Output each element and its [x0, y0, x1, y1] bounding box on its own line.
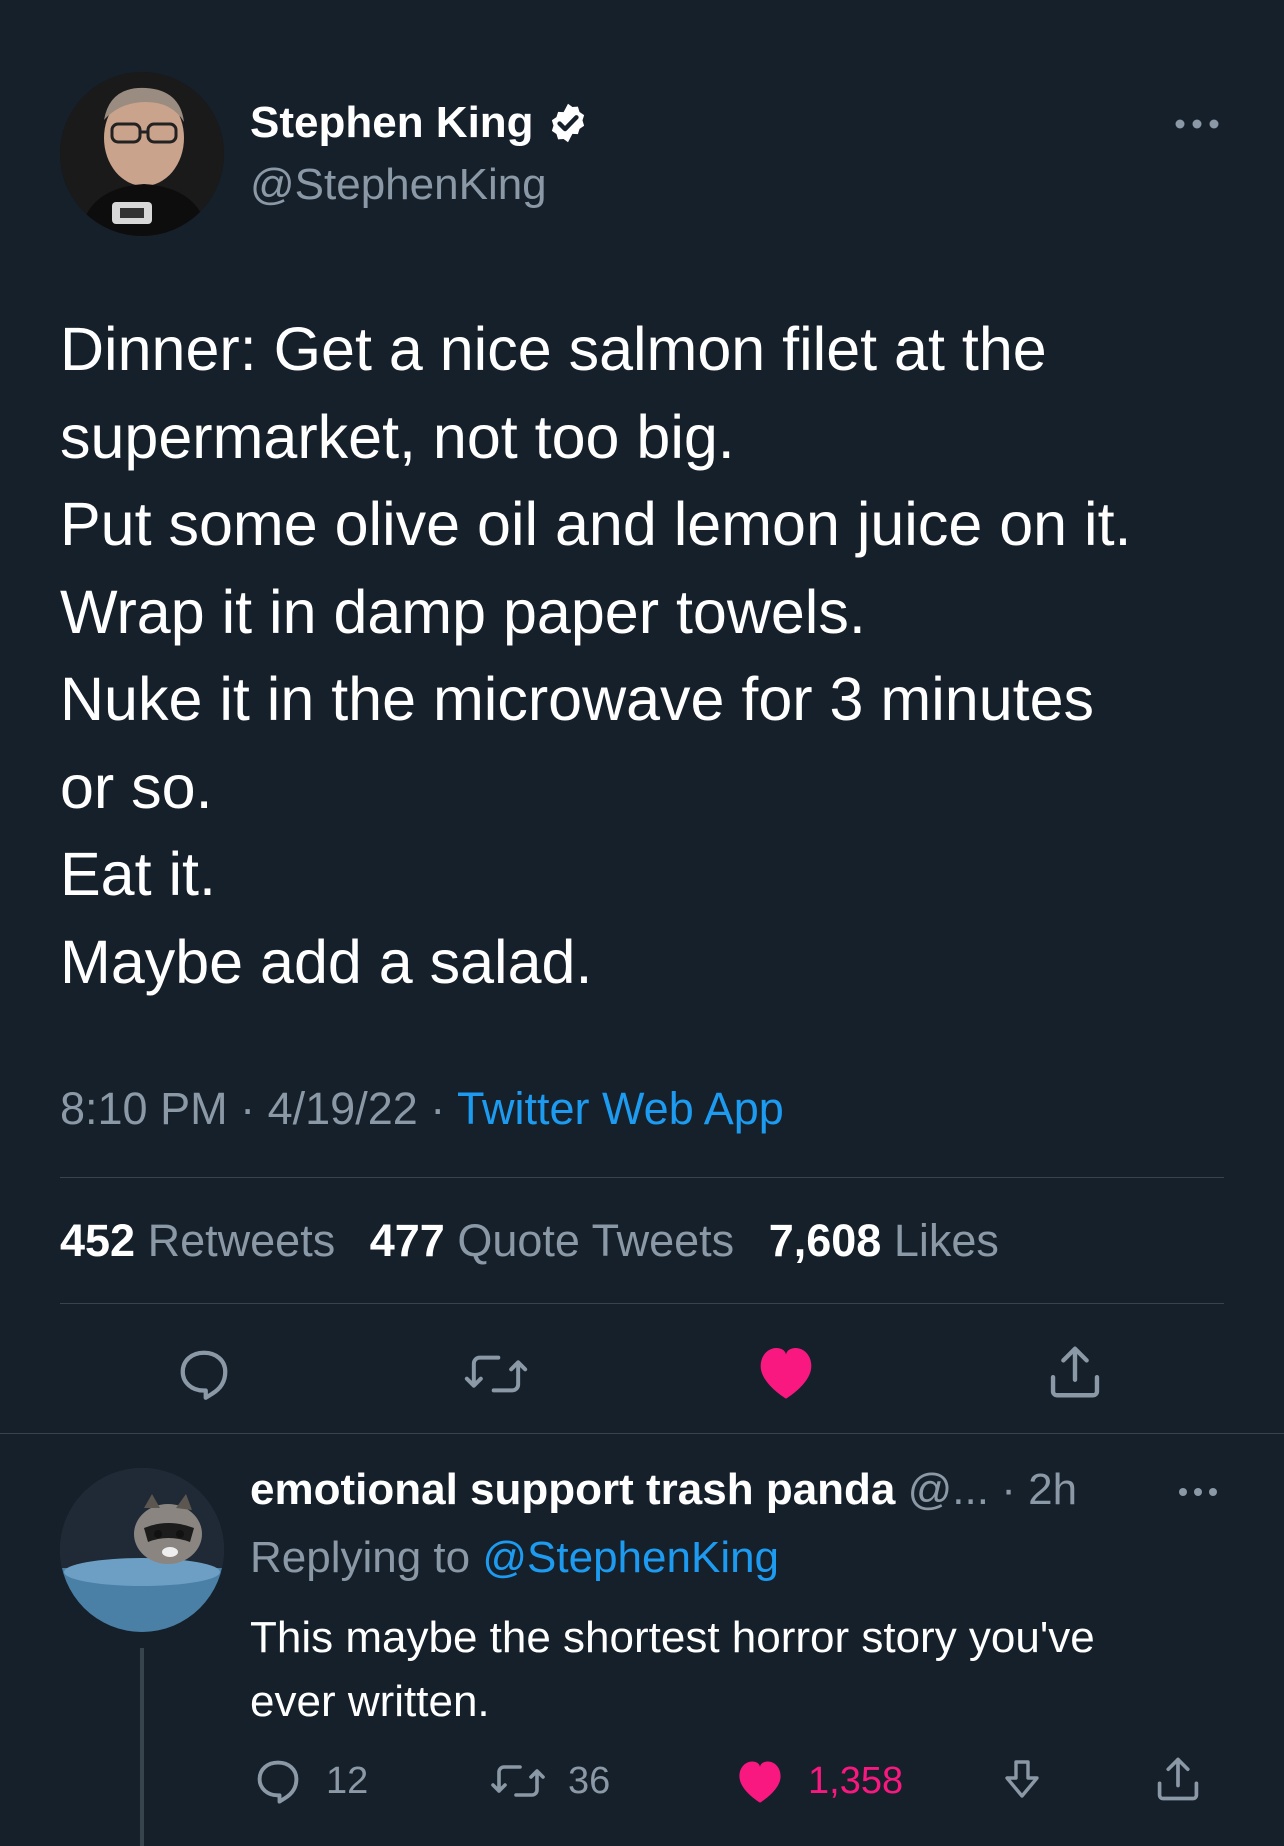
- author-avatar[interactable]: [60, 72, 224, 236]
- reply-likes-count: 1,358: [808, 1759, 904, 1802]
- more-options-icon[interactable]: [1172, 104, 1222, 144]
- reply-avatar-image: [60, 1468, 224, 1632]
- author-name-text: Stephen King: [250, 98, 534, 147]
- retweets-stat[interactable]: 452 Retweets: [60, 1215, 335, 1266]
- tweet-text: Dinner: Get a nice salmon filet at the s…: [60, 306, 1240, 1006]
- reply-like-button[interactable]: 1,358: [734, 1754, 903, 1808]
- reply-separator: ·: [1001, 1465, 1016, 1514]
- tweet-meta: 8:10 PM · 4/19/22 · Twitter Web App: [60, 1083, 784, 1135]
- reply-more-options-icon[interactable]: [1176, 1474, 1220, 1510]
- author-name[interactable]: Stephen King: [250, 98, 590, 148]
- reply-header: emotional support trash panda @... · 2h: [250, 1465, 1077, 1515]
- tweet-text-line: or so.: [60, 752, 213, 821]
- share-icon[interactable]: [1152, 1752, 1204, 1806]
- divider: [0, 1433, 1284, 1434]
- reply-icon[interactable]: [174, 1344, 234, 1404]
- quote-tweets-label: Quote Tweets: [457, 1215, 735, 1266]
- likes-label: Likes: [893, 1215, 999, 1266]
- author-avatar-image: [60, 72, 224, 236]
- tweet-stats: 452 Retweets 477 Quote Tweets 7,608 Like…: [60, 1215, 1021, 1267]
- replying-to: Replying to @StephenKing: [250, 1533, 779, 1583]
- reply-replies-count: 12: [326, 1759, 369, 1802]
- divider: [60, 1177, 1224, 1178]
- reply-author-name[interactable]: emotional support trash panda: [250, 1465, 895, 1514]
- likes-stat[interactable]: 7,608 Likes: [769, 1215, 999, 1266]
- replying-to-label: Replying to: [250, 1533, 471, 1582]
- replying-to-mention[interactable]: @StephenKing: [482, 1533, 779, 1582]
- meta-separator: ·: [240, 1083, 256, 1134]
- likes-count: 7,608: [768, 1215, 882, 1266]
- reply-reply-button[interactable]: 12: [252, 1754, 368, 1808]
- tweet-text-line: Wrap it in damp paper towels.: [60, 577, 866, 646]
- retweets-count: 452: [60, 1215, 136, 1266]
- tweet-text-line: Eat it.: [60, 840, 216, 908]
- heart-icon[interactable]: [754, 1342, 818, 1402]
- reply-author-handle[interactable]: @...: [908, 1465, 989, 1514]
- share-icon[interactable]: [1044, 1340, 1106, 1404]
- reply-text-line: This maybe the shortest horror story you…: [250, 1613, 1095, 1662]
- tweet-text-line: Put some olive oil and lemon juice on it…: [60, 490, 1132, 558]
- reply-retweet-button[interactable]: 36: [490, 1754, 610, 1808]
- meta-separator: ·: [430, 1083, 446, 1134]
- heart-icon: [739, 1761, 781, 1803]
- divider: [60, 1303, 1224, 1304]
- quote-tweets-count: 477: [369, 1215, 445, 1266]
- tweet-text-line: Nuke it in the microwave for 3 minutes: [60, 665, 1095, 733]
- reply-avatar[interactable]: [60, 1468, 224, 1632]
- quote-tweets-stat[interactable]: 477 Quote Tweets: [370, 1215, 734, 1266]
- reply-text-line: ever written.: [250, 1677, 490, 1726]
- verified-badge-icon: [551, 103, 584, 143]
- retweet-icon: [491, 1765, 545, 1797]
- retweet-icon[interactable]: [462, 1346, 530, 1402]
- retweets-label: Retweets: [147, 1215, 336, 1266]
- tweet-text-line: supermarket, not too big.: [60, 402, 735, 471]
- reply-icon: [257, 1760, 299, 1804]
- thread-line: [140, 1648, 144, 1846]
- downvote-icon[interactable]: [998, 1754, 1046, 1806]
- tweet-text-line: Maybe add a salad.: [60, 927, 593, 996]
- tweet-source-link[interactable]: Twitter Web App: [457, 1083, 784, 1134]
- reply-age[interactable]: 2h: [1028, 1465, 1077, 1514]
- tweet-time[interactable]: 8:10 PM: [60, 1083, 228, 1134]
- reply-text: This maybe the shortest horror story you…: [250, 1606, 1230, 1734]
- author-handle[interactable]: @StephenKing: [250, 160, 547, 210]
- reply-retweets-count: 36: [568, 1759, 611, 1802]
- tweet-date[interactable]: 4/19/22: [268, 1083, 418, 1134]
- tweet-text-line: Dinner: Get a nice salmon filet at the: [60, 315, 1047, 383]
